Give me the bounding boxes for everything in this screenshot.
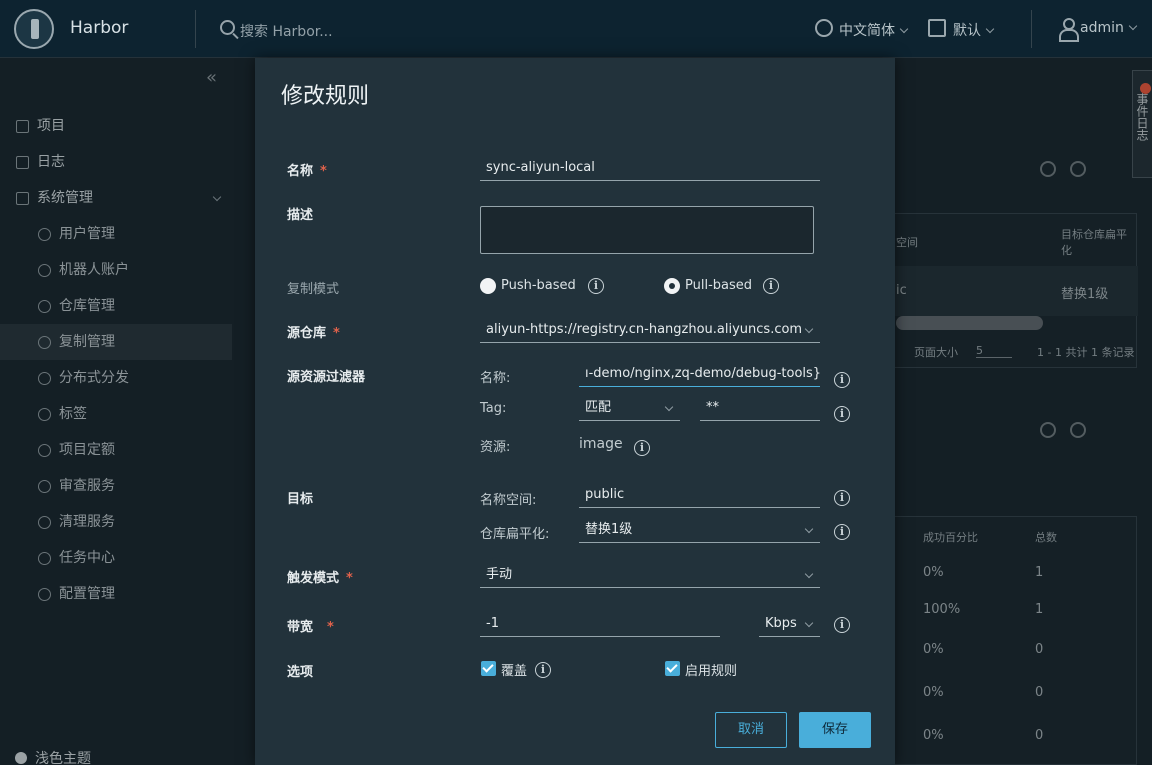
harbor-logo-icon[interactable] xyxy=(14,9,54,49)
override-checkbox[interactable] xyxy=(481,661,496,676)
tag-match-select[interactable]: 匹配 xyxy=(579,397,680,421)
chevron-down-icon xyxy=(1128,21,1138,31)
info-icon[interactable]: i xyxy=(834,406,850,422)
username: admin xyxy=(1080,20,1124,36)
chevron-down-icon xyxy=(804,618,814,628)
chevron-down-icon xyxy=(804,569,814,579)
search-icon[interactable] xyxy=(220,20,235,35)
bandwidth-unit-select[interactable]: Kbps xyxy=(759,613,820,637)
bandwidth-unit-value: Kbps xyxy=(765,616,797,631)
source-filter-label: 源资源过滤器 xyxy=(287,370,366,385)
destination-label: 目标 xyxy=(287,492,314,507)
global-search-input[interactable]: 搜索 Harbor... xyxy=(240,21,333,41)
info-icon[interactable]: i xyxy=(634,440,650,456)
filter-name-label: 名称: xyxy=(480,371,511,386)
trigger-mode-label-text: 触发模式 xyxy=(287,571,340,586)
description-textarea[interactable] xyxy=(480,206,814,254)
push-based-label: Push-based xyxy=(501,278,576,293)
language-label: 中文简体 xyxy=(839,23,895,39)
user-menu[interactable]: admin xyxy=(1080,20,1138,36)
info-icon[interactable]: i xyxy=(834,617,850,633)
modal-title: 修改规则 xyxy=(281,84,370,109)
description-label: 描述 xyxy=(287,208,314,223)
chevron-down-icon xyxy=(804,524,814,534)
override-label: 覆盖 xyxy=(501,664,528,679)
app-window: { "header": { "brand": "Harbor", "search… xyxy=(0,0,1152,765)
source-registry-select[interactable]: aliyun-https://registry.cn-hangzhou.aliy… xyxy=(480,319,820,343)
globe-icon xyxy=(815,19,833,37)
info-icon[interactable]: i xyxy=(834,490,850,506)
namespace-label: 名称空间: xyxy=(480,493,537,508)
tag-filter-input[interactable]: ** xyxy=(700,397,820,421)
name-label-text: 名称 xyxy=(287,164,314,179)
resource-value: image xyxy=(579,436,623,452)
trigger-mode-select[interactable]: 手动 xyxy=(480,564,820,588)
flattening-label: 仓库扁平化: xyxy=(480,527,550,542)
pull-based-radio[interactable] xyxy=(664,278,680,294)
source-registry-label: 源仓库 * xyxy=(287,322,340,341)
namespace-input[interactable]: public xyxy=(579,484,820,508)
flattening-select[interactable]: 替换1级 xyxy=(579,519,820,543)
replication-mode-label: 复制模式 xyxy=(287,282,340,297)
filter-tag-label: Tag: xyxy=(480,401,507,416)
chevron-down-icon xyxy=(985,24,995,34)
source-registry-value: aliyun-https://registry.cn-hangzhou.aliy… xyxy=(486,322,803,337)
name-label: 名称 * xyxy=(287,160,327,179)
options-label: 选项 xyxy=(287,665,314,680)
brand-title[interactable]: Harbor xyxy=(70,18,128,38)
push-based-radio[interactable] xyxy=(480,278,496,294)
info-icon[interactable]: i xyxy=(834,372,850,388)
required-mark: * xyxy=(327,620,334,635)
required-mark: * xyxy=(320,164,327,179)
divider xyxy=(1031,10,1032,48)
edit-rule-modal: 修改规则 名称 * sync-aliyun-local 描述 复制模式 Push-… xyxy=(255,58,895,765)
info-icon[interactable]: i xyxy=(763,278,779,294)
bandwidth-label: 带宽 * xyxy=(287,616,334,635)
language-dropdown[interactable]: 中文简体 xyxy=(839,20,909,40)
enable-rule-label: 启用规则 xyxy=(685,664,738,679)
top-header: Harbor 搜索 Harbor... 中文简体 默认 admin xyxy=(0,0,1152,58)
flattening-value: 替换1级 xyxy=(585,522,633,537)
save-button[interactable]: 保存 xyxy=(799,712,871,748)
enable-rule-checkbox[interactable] xyxy=(665,661,680,676)
info-icon[interactable]: i xyxy=(834,524,850,540)
divider xyxy=(195,10,196,48)
pull-based-label: Pull-based xyxy=(685,278,753,293)
datetime-dropdown[interactable]: 默认 xyxy=(953,20,995,40)
required-mark: * xyxy=(346,571,353,586)
cancel-button[interactable]: 取消 xyxy=(715,712,787,748)
filter-resource-label: 资源: xyxy=(480,440,511,455)
calendar-icon xyxy=(928,19,946,37)
user-icon xyxy=(1059,18,1079,42)
info-icon[interactable]: i xyxy=(588,278,604,294)
trigger-mode-label: 触发模式 * xyxy=(287,567,353,586)
filter-name-input[interactable]: ı-demo/nginx,zq-demo/debug-tools} xyxy=(579,363,820,387)
source-registry-label-text: 源仓库 xyxy=(287,326,327,341)
bandwidth-input[interactable]: -1 xyxy=(480,613,720,637)
rule-name-input[interactable]: sync-aliyun-local xyxy=(480,157,820,181)
datetime-label: 默认 xyxy=(953,23,981,39)
chevron-down-icon xyxy=(664,402,674,412)
bandwidth-label-text: 带宽 xyxy=(287,620,314,635)
info-icon[interactable]: i xyxy=(535,662,551,678)
required-mark: * xyxy=(333,326,340,341)
trigger-mode-value: 手动 xyxy=(486,567,513,582)
chevron-down-icon xyxy=(804,324,814,334)
chevron-down-icon xyxy=(899,24,909,34)
tag-match-value: 匹配 xyxy=(585,400,612,415)
